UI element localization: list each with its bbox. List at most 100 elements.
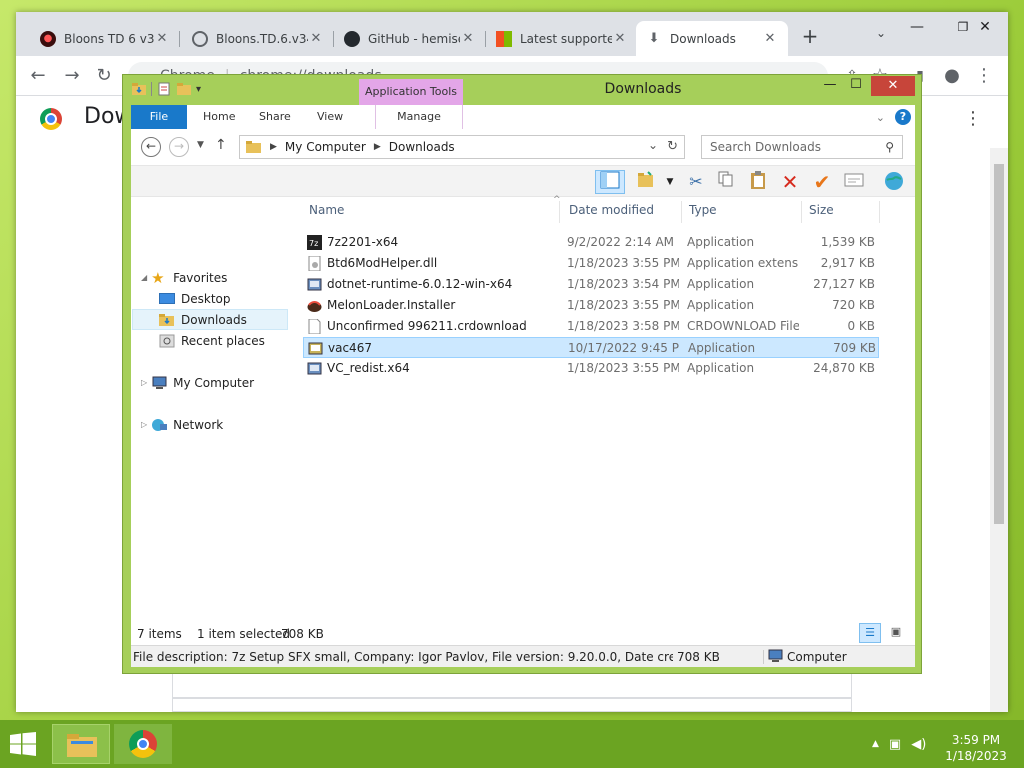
svg-text:7z: 7z	[309, 239, 318, 248]
folder-options-icon[interactable]	[633, 170, 659, 194]
new-tab-button[interactable]: +	[798, 25, 822, 49]
forward-button[interactable]: →	[60, 64, 84, 88]
new-folder-icon[interactable]	[176, 81, 192, 97]
breadcrumb-downloads[interactable]: Downloads	[389, 140, 455, 154]
properties-icon[interactable]	[156, 81, 172, 97]
globe-icon[interactable]	[881, 170, 907, 194]
application-tools-label: Application Tools	[359, 79, 463, 105]
back-button[interactable]: ←	[141, 137, 161, 157]
file-row[interactable]: VC_redist.x64 1/18/2023 3:55 PM Applicat…	[303, 358, 879, 379]
file-list: ^ Name Date modified Type Size 7z 7z2201…	[301, 195, 913, 617]
details-view-icon[interactable]: ☰	[859, 623, 881, 643]
tab-view[interactable]: View	[303, 105, 357, 129]
tab-file[interactable]: File	[131, 105, 187, 129]
installer-icon	[307, 278, 322, 291]
menu-icon[interactable]: ⋮	[972, 64, 996, 88]
network-icon[interactable]: ▣	[889, 737, 901, 752]
address-box[interactable]: ▶ My Computer ▶ Downloads ⌄ ↻	[239, 135, 685, 159]
explorer-body: ← → ▼ ↑ ▶ My Computer ▶ Downloads ⌄ ↻ Se…	[131, 129, 915, 667]
close-icon[interactable]: ✕	[762, 31, 778, 46]
close-button[interactable]: ✕	[871, 76, 915, 96]
close-icon[interactable]: ✕	[308, 31, 324, 46]
nav-recent-places[interactable]: Recent places	[159, 330, 317, 351]
file-row[interactable]: 7z 7z2201-x64 9/2/2022 2:14 AM Applicati…	[303, 232, 879, 253]
minimize-button[interactable]: —	[894, 12, 940, 42]
explorer-titlebar[interactable]: ▾ Application Tools Downloads — ☐ ✕	[123, 75, 921, 105]
chevron-down-icon[interactable]: ⌄	[876, 26, 886, 40]
close-window-button[interactable]: ✕	[962, 12, 1008, 42]
chevron-down-icon[interactable]: ▾	[196, 84, 201, 95]
reload-button[interactable]: ↻	[92, 64, 116, 88]
expand-ribbon-icon[interactable]: ⌄	[876, 111, 885, 124]
maximize-button[interactable]: ☐	[843, 76, 869, 96]
taskbar-chrome[interactable]	[114, 724, 172, 764]
ribbon-tabs: File Home Share View Manage ⌄ ?	[131, 105, 915, 129]
refresh-icon[interactable]: ↻	[667, 139, 678, 154]
paste-icon[interactable]	[745, 170, 771, 194]
clock-time: 3:59 PM	[951, 733, 1001, 747]
nav-downloads[interactable]: Downloads	[132, 309, 288, 330]
large-icons-view-icon[interactable]: ▣	[885, 623, 907, 643]
close-icon[interactable]: ✕	[460, 31, 476, 46]
file-row[interactable]: MelonLoader.Installer 1/18/2023 3:55 PM …	[303, 295, 879, 316]
window-title: Downloads	[604, 81, 682, 97]
nav-network[interactable]: ▷ Network	[141, 414, 299, 435]
windows-start-icon[interactable]	[10, 732, 36, 756]
search-input[interactable]: Search Downloads ⚲	[701, 135, 903, 159]
recent-locations-icon[interactable]: ▼	[197, 140, 204, 150]
show-hidden-icons-icon[interactable]: ▲	[872, 739, 879, 749]
minimize-button[interactable]: —	[817, 76, 843, 96]
file-row[interactable]: dotnet-runtime-6.0.12-win-x64 1/18/2023 …	[303, 274, 879, 295]
file-row[interactable]: Unconfirmed 996211.crdownload 1/18/2023 …	[303, 316, 879, 337]
column-header-type[interactable]: Type	[689, 203, 717, 217]
nav-favorites[interactable]: ◢ ★ Favorites	[141, 267, 299, 288]
file-row[interactable]: Btd6ModHelper.dll 1/18/2023 3:55 PM Appl…	[303, 253, 879, 274]
tab-manage[interactable]: Manage	[375, 105, 463, 129]
tab-home[interactable]: Home	[189, 105, 249, 129]
rename-check-icon[interactable]: ✔	[809, 170, 835, 194]
folder-icon	[67, 734, 97, 757]
delete-icon[interactable]: ✕	[777, 170, 803, 194]
clock-date: 1/18/2023	[945, 749, 1007, 763]
help-icon[interactable]: ?	[895, 109, 911, 125]
chrome-tab-2[interactable]: GitHub - hemise ✕	[334, 21, 486, 56]
clock[interactable]: 3:59 PM 1/18/2023	[936, 732, 1016, 764]
dll-icon	[308, 256, 321, 271]
cut-icon[interactable]: ✂	[683, 170, 709, 194]
properties-icon[interactable]	[841, 170, 867, 194]
column-header-size[interactable]: Size	[809, 203, 834, 217]
close-icon[interactable]: ✕	[612, 31, 628, 46]
chevron-down-icon[interactable]: ⌄	[648, 138, 658, 152]
breadcrumb-computer[interactable]: My Computer	[285, 140, 366, 154]
up-button[interactable]: ↑	[215, 137, 227, 153]
chrome-tab-1[interactable]: Bloons.TD.6.v34 ✕	[182, 21, 334, 56]
profile-icon[interactable]: ●	[940, 64, 964, 88]
copy-icon[interactable]	[713, 170, 739, 194]
taskbar-file-explorer[interactable]	[52, 724, 110, 764]
chrome-tab-0[interactable]: ● Bloons TD 6 v34 ✕	[30, 21, 180, 56]
nav-desktop[interactable]: Desktop	[159, 288, 317, 309]
more-options-icon[interactable]: ⋮	[964, 108, 982, 129]
selection-size: 708 KB	[281, 627, 324, 641]
search-icon: ⚲	[885, 140, 894, 154]
folder-download-icon[interactable]	[131, 81, 147, 97]
tab-share[interactable]: Share	[245, 105, 305, 129]
location-label: Computer	[787, 650, 847, 664]
preview-pane-icon[interactable]	[595, 170, 625, 194]
download-card	[172, 698, 852, 712]
chevron-down-icon[interactable]: ▼	[657, 170, 683, 194]
details-bar: File description: 7z Setup SFX small, Co…	[131, 645, 915, 667]
close-icon[interactable]: ✕	[154, 31, 170, 46]
back-button[interactable]: ←	[26, 64, 50, 88]
chrome-scrollbar[interactable]	[990, 148, 1008, 712]
nav-my-computer[interactable]: ▷ My Computer	[141, 372, 299, 393]
volume-icon[interactable]: ◀)	[911, 737, 926, 752]
chrome-tab-3[interactable]: Latest supporte ✕	[486, 21, 638, 56]
column-header-date[interactable]: Date modified	[569, 203, 654, 217]
column-header-name[interactable]: Name	[309, 203, 344, 217]
forward-button[interactable]: →	[169, 137, 189, 157]
file-row-selected[interactable]: vac467 10/17/2022 9:45 PM Application 70…	[303, 337, 879, 358]
folder-download-icon	[159, 313, 174, 326]
file-size: 708 KB	[677, 650, 720, 664]
chrome-tab-downloads[interactable]: ⬇ Downloads ✕	[636, 21, 788, 56]
